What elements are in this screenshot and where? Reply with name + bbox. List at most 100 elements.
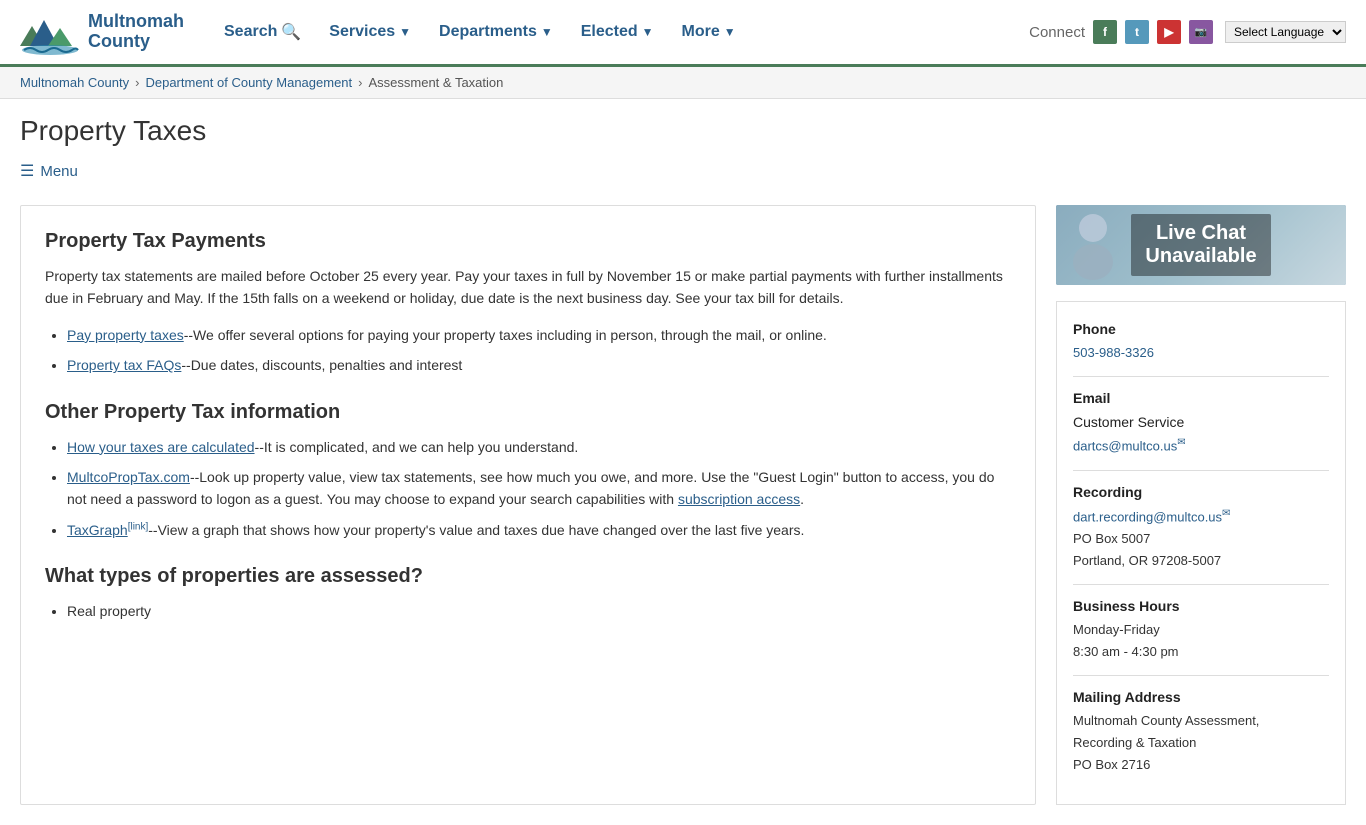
section2-heading: Other Property Tax information [45,401,1011,424]
list-item: Real property [67,600,1011,622]
nav-departments-label: Departments [439,23,537,41]
email-address[interactable]: dartcs@multco.us [1073,439,1177,454]
phone-label: Phone [1073,318,1329,342]
nav-more-label: More [682,23,720,41]
phone-number[interactable]: 503-988-3326 [1073,345,1154,360]
logo-text: Multnomah County [88,12,184,52]
list-item-text: --It is complicated, and we can help you… [255,439,579,455]
header-right: Connect f t ▶ 📷 Select Language [1029,20,1346,44]
hours-days: Monday-Friday [1073,619,1329,641]
mailing-line2: Recording & Taxation [1073,732,1329,754]
breadcrumb-separator: › [358,75,362,90]
chevron-down-icon: ▼ [642,25,654,39]
how-taxes-calculated-link[interactable]: How your taxes are calculated [67,439,255,455]
external-link-icon: [link] [128,521,149,532]
recording-label: Recording [1073,481,1329,505]
site-logo[interactable]: Multnomah County [20,8,184,56]
contact-mailing: Mailing Address Multnomah County Assessm… [1073,686,1329,776]
nav-search-label: Search [224,23,277,41]
nav-services[interactable]: Services ▼ [319,15,421,49]
contact-hours: Business Hours Monday-Friday 8:30 am - 4… [1073,595,1329,663]
sidebar: Live Chat Unavailable Phone 503-988-3326… [1056,205,1346,805]
site-header: Multnomah County Search 🔍 Services ▼ Dep… [0,0,1366,67]
connect-label: Connect [1029,24,1085,41]
taxgraph-link[interactable]: TaxGraph [67,522,128,538]
recording-email[interactable]: dart.recording@multco.us [1073,509,1222,524]
recording-address2: Portland, OR 97208-5007 [1073,550,1329,572]
breadcrumb-current: Assessment & Taxation [368,75,503,90]
chevron-down-icon: ▼ [399,25,411,39]
nav-search[interactable]: Search 🔍 [214,14,311,50]
mailing-line1: Multnomah County Assessment, [1073,710,1329,732]
person-silhouette [1066,210,1121,280]
list-item-text: --View a graph that shows how your prope… [148,522,804,538]
hamburger-icon: ☰ [20,161,34,181]
nav-departments[interactable]: Departments ▼ [429,15,563,49]
list-item-text-before: --Look up property value, view tax state… [67,469,994,507]
contact-box: Phone 503-988-3326 Email Customer Servic… [1056,301,1346,805]
live-chat-line2: Unavailable [1145,245,1256,268]
nav-more[interactable]: More ▼ [672,15,746,49]
real-property-text: Real property [67,603,151,619]
list-item: Property tax FAQs--Due dates, discounts,… [67,354,1011,376]
hours-time: 8:30 am - 4:30 pm [1073,641,1329,663]
recording-address1: PO Box 5007 [1073,528,1329,550]
list-item-text-after: . [800,491,804,507]
list-item-text: --Due dates, discounts, penalties and in… [181,357,462,373]
contact-recording: Recording dart.recording@multco.us✉ PO B… [1073,481,1329,572]
contact-phone: Phone 503-988-3326 [1073,318,1329,364]
divider [1073,376,1329,377]
chevron-down-icon: ▼ [541,25,553,39]
list-item: TaxGraph[link]--View a graph that shows … [67,519,1011,541]
divider [1073,470,1329,471]
logo-icon [20,8,80,56]
breadcrumb: Multnomah County › Department of County … [0,67,1366,99]
contact-email: Email Customer Service dartcs@multco.us✉ [1073,387,1329,458]
list2: How your taxes are calculated--It is com… [45,436,1011,542]
multco-prop-tax-link[interactable]: MultcoPropTax.com [67,469,190,485]
live-chat-overlay: Live Chat Unavailable [1131,214,1270,276]
section3-heading: What types of properties are assessed? [45,565,1011,588]
header-left: Multnomah County Search 🔍 Services ▼ Dep… [20,8,746,56]
mailing-label: Mailing Address [1073,686,1329,710]
logo-name: Multnomah [88,12,184,32]
breadcrumb-separator: › [135,75,139,90]
live-chat-box[interactable]: Live Chat Unavailable [1056,205,1346,285]
mailing-line3: PO Box 2716 [1073,754,1329,776]
page-title: Property Taxes [20,115,1346,147]
hours-label: Business Hours [1073,595,1329,619]
live-chat-line1: Live Chat [1145,222,1256,245]
property-tax-faqs-link[interactable]: Property tax FAQs [67,357,181,373]
facebook-icon[interactable]: f [1093,20,1117,44]
main-nav: Search 🔍 Services ▼ Departments ▼ Electe… [214,14,746,50]
language-selector[interactable]: Select Language [1225,21,1346,43]
connect-area: Connect f t ▶ 📷 [1029,20,1213,44]
email-label: Email [1073,387,1329,411]
divider [1073,584,1329,585]
subscription-access-link[interactable]: subscription access [678,491,800,507]
list-item-text: --We offer several options for paying yo… [184,327,827,343]
list-item: How your taxes are calculated--It is com… [67,436,1011,458]
menu-toggle[interactable]: ☰ Menu [20,157,1346,185]
list-item: MultcoPropTax.com--Look up property valu… [67,466,1011,511]
instagram-icon[interactable]: 📷 [1189,20,1213,44]
list-item: Pay property taxes--We offer several opt… [67,324,1011,346]
section1-body: Property tax statements are mailed befor… [45,265,1011,310]
twitter-icon[interactable]: t [1125,20,1149,44]
logo-county: County [88,32,184,52]
chevron-down-icon: ▼ [724,25,736,39]
main-content: Property Tax Payments Property tax state… [0,195,1366,825]
list1: Pay property taxes--We offer several opt… [45,324,1011,377]
nav-elected[interactable]: Elected ▼ [571,15,664,49]
menu-label: Menu [40,163,78,180]
list3: Real property [45,600,1011,622]
breadcrumb-dept[interactable]: Department of County Management [145,75,352,90]
email-external-icon: ✉ [1177,437,1185,448]
pay-property-taxes-link[interactable]: Pay property taxes [67,327,184,343]
breadcrumb-home[interactable]: Multnomah County [20,75,129,90]
nav-elected-label: Elected [581,23,638,41]
search-icon: 🔍 [281,22,301,42]
content-area: Property Tax Payments Property tax state… [20,205,1036,805]
youtube-icon[interactable]: ▶ [1157,20,1181,44]
recording-email-icon: ✉ [1222,508,1230,519]
